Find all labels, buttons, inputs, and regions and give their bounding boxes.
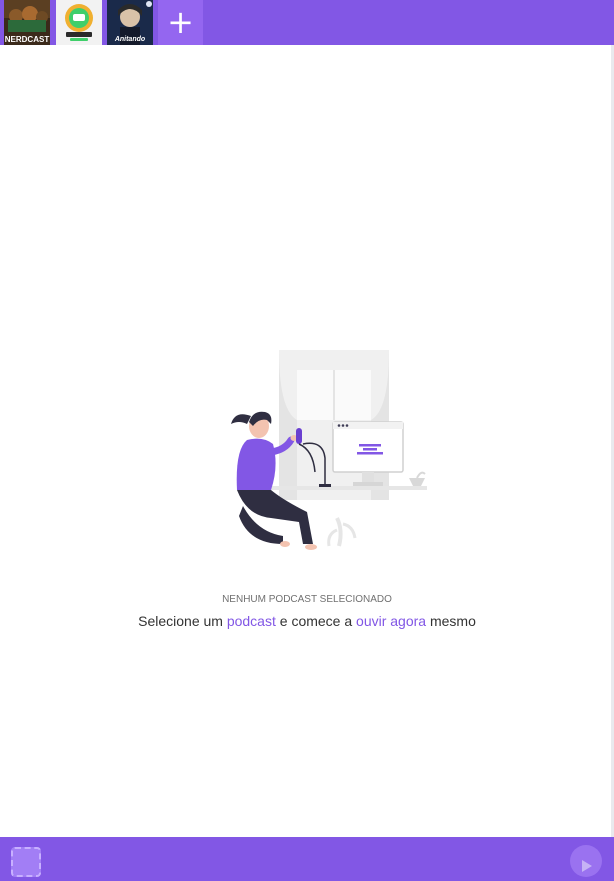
episode-cover-placeholder: [11, 847, 41, 877]
podcaster-illustration: [231, 350, 427, 550]
podcast-thumb-label: Anitando: [114, 36, 146, 43]
empty-msg-part-2: e comece a: [279, 613, 353, 629]
empty-msg-part-1: Selecione um: [138, 613, 223, 629]
play-button[interactable]: [570, 845, 602, 877]
empty-msg-link-podcast: podcast: [226, 613, 276, 629]
empty-state: NENHUM PODCAST SELECIONADO Selecione um …: [0, 340, 614, 629]
add-podcast-button[interactable]: +: [158, 0, 203, 45]
podcast-thumb-anitando[interactable]: Anitando: [107, 0, 153, 45]
podcast-thumb-nerdcast[interactable]: NERDCAST: [4, 0, 50, 45]
podcast-thumb-label: NERDCAST: [5, 35, 50, 44]
podcast-bar: NERDCAST Anitando +: [0, 0, 614, 45]
empty-msg-link-listen-now: ouvir agora: [356, 613, 427, 629]
empty-msg-part-3: mesmo: [429, 613, 476, 629]
player-bar: [0, 837, 614, 881]
empty-state-message: Selecione um podcast e comece a ouvir ag…: [0, 613, 614, 629]
podcast-thumb-inteligencia[interactable]: [56, 0, 102, 45]
empty-state-title: NENHUM PODCAST SELECIONADO: [222, 594, 392, 605]
play-icon: [582, 859, 592, 872]
